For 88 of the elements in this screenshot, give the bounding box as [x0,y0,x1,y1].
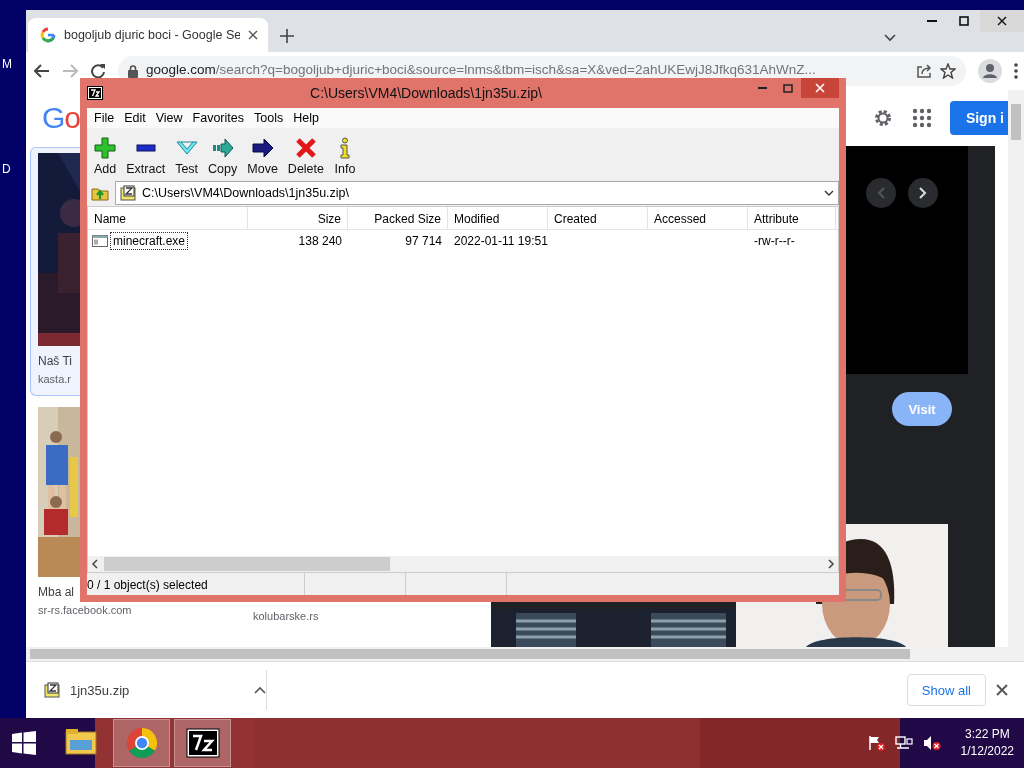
column-header[interactable]: Modified [448,207,548,229]
toolbar-button[interactable]: Info [329,128,361,180]
result-source: sr-rs.facebook.com [38,604,132,616]
table-cell-text: 97 714 [404,233,443,250]
volume-icon[interactable] [922,735,941,751]
taskbar-app-button[interactable] [174,719,231,767]
new-tab-icon[interactable] [280,29,294,43]
result-title[interactable]: Mba al [38,585,75,599]
chevron-left-icon [877,187,885,199]
lock-icon [128,64,138,78]
clock-date[interactable]: 1/12/2022 [960,743,1014,760]
plus-icon [94,137,117,159]
desktop-icon-label[interactable]: D [2,162,11,176]
close-icon [997,16,1007,26]
file-name[interactable]: minecraft.exe [110,232,189,250]
menu-item[interactable]: View [150,108,188,128]
desktop-icon-label[interactable]: M [2,57,12,71]
reload-icon[interactable] [90,63,106,79]
star-icon[interactable] [940,63,956,79]
tab-title: bogoljub djuric boci - Google Se [64,28,240,42]
table-cell-text: 2022-01-11 19:51 [453,233,548,250]
download-item[interactable]: 1jn35u.zip [44,682,266,698]
column-header[interactable]: Accessed [648,207,748,229]
menu-item[interactable]: File [89,108,120,128]
toolbar-button[interactable]: Delete [282,128,329,180]
window-title: C:\Users\VM4\Downloads\1jn35u.zip\ [309,85,543,101]
network-icon[interactable] [894,735,913,751]
archive-file-icon [120,185,136,201]
share-icon[interactable] [916,63,932,79]
result-title[interactable]: Naš Ti [38,354,72,368]
windows-icon [12,731,36,755]
column-header[interactable]: Packed Size [348,207,448,229]
table-cell-text: 138 240 [297,233,343,250]
column-header[interactable]: Attribute [748,207,836,229]
menu-icon[interactable] [1014,63,1018,79]
close-button[interactable] [801,78,839,98]
status-text: 0 / 1 object(s) selected [87,578,208,592]
toolbar-button[interactable]: Extract [121,128,171,180]
browser-tab[interactable]: bogoljub djuric boci - Google Se [28,18,268,52]
chevron-down-icon[interactable] [824,190,834,196]
column-header[interactable]: Name [88,207,248,229]
menu-item[interactable]: Help [288,108,324,128]
close-icon [815,83,825,93]
chrome-icon [124,726,159,760]
chevron-down-icon[interactable] [884,34,896,42]
path-field[interactable]: C:\Users\VM4\Downloads\1jn35u.zip\ [115,181,839,205]
menu-item[interactable]: Tools [249,108,289,128]
close-icon[interactable] [996,684,1008,696]
close-icon[interactable] [248,30,258,40]
column-header[interactable]: Size [248,207,348,229]
arrow-right-icon [251,137,274,159]
chevron-right-icon [919,187,927,199]
next-button[interactable] [908,178,938,208]
clock-time[interactable]: 3:22 PM [960,726,1014,743]
archiver-icon [185,726,220,760]
cross-icon [294,137,317,159]
maximize-icon [783,83,793,93]
horizontal-scrollbar[interactable] [26,647,1024,661]
url-text: google.com/search?q=bogoljub+djuric+boci&source=lnms&tbm=isch&sa=X&ved=2ahUKEwjJ8Jfkq631AhWnZ... [146,62,816,77]
site-icon [40,27,56,43]
toolbar-button[interactable]: Copy [203,128,243,180]
column-header[interactable]: Created [548,207,648,229]
minimize-icon [927,20,937,22]
result-source: kasta.r [38,373,71,385]
toolbar-button[interactable]: Add [89,128,122,180]
vertical-scrollbar[interactable] [1008,90,1024,647]
result-source: kolubarske.rs [253,610,319,622]
result-card[interactable]: Naš Ti kasta.r [30,147,80,396]
maximize-icon [959,16,969,26]
horizontal-scrollbar[interactable] [88,556,838,572]
toolbar-button[interactable]: Move [242,128,283,180]
back-icon[interactable] [34,64,50,78]
sign-in-button[interactable]: Sign i [949,101,1008,135]
folder-up-icon[interactable] [91,185,109,201]
flag-icon[interactable] [866,735,885,751]
toolbar-button[interactable]: Test [170,128,204,180]
archive-file-icon [44,682,60,698]
file-icon [92,235,108,247]
archiver-icon [87,86,103,100]
logo-text: Go [42,101,81,135]
menu-item[interactable]: Edit [119,108,151,128]
menu-item[interactable]: Favorites [187,108,249,128]
chevron-up-icon[interactable] [254,686,266,694]
profile-icon[interactable] [978,59,1002,83]
table-cell-text: -rw-r--r- [753,233,796,250]
show-all-button[interactable]: Show all [906,674,986,706]
arrow-right-icon [211,137,234,159]
apps-grid-icon[interactable] [911,108,932,128]
